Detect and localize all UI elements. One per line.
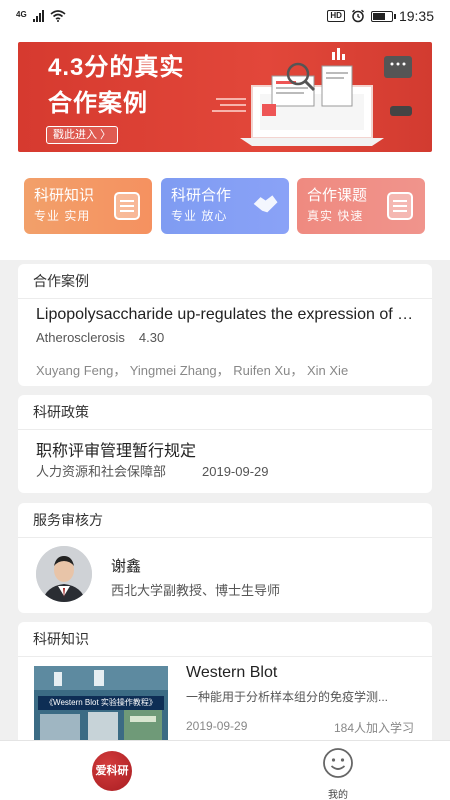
knowledge-date: 2019-09-29 xyxy=(186,719,248,733)
case-meta: Atherosclerosis 4.30 xyxy=(36,330,164,345)
reviewer-description: 西北大学副教授、博士生导师 xyxy=(111,583,281,598)
cases-card: 合作案例 Lipopolysaccharide up-regulates the… xyxy=(18,264,432,386)
clock: 19:35 xyxy=(398,8,434,24)
banner-line-1: 4.3分的真实 xyxy=(48,54,185,81)
promo-banner[interactable]: 4.3分的真实 合作案例 戳此进入 〉 xyxy=(18,42,432,152)
policy-title[interactable]: 职称评审管理暂行规定 xyxy=(36,437,196,461)
banner-title: 4.3分的真实 合作案例 xyxy=(48,50,184,122)
case-journal: Atherosclerosis xyxy=(36,330,125,345)
knowledge-subtitle: 一种能用于分析样本组分的免疫学测... xyxy=(186,690,389,704)
tab-me-label: 我的 xyxy=(328,790,348,800)
smiley-icon xyxy=(323,748,353,778)
knowledge-card: 科研知识 《Western Blot 实验操作教程》 Western Blot … xyxy=(18,622,432,744)
policy-date: 2019-09-29 xyxy=(202,464,269,479)
tab-me[interactable]: 我的 xyxy=(318,747,358,800)
case-impact-factor: 4.30 xyxy=(138,330,165,345)
alarm-icon xyxy=(351,9,364,23)
signal-icon xyxy=(32,10,44,22)
policy-heading: 科研政策 xyxy=(18,395,432,430)
top-section: 4.3分的真实 合作案例 戳此进入 〉 科研知识 专业 实用 科研合作 专业 放… xyxy=(0,32,450,260)
avatar xyxy=(36,546,92,602)
document-icon xyxy=(387,192,413,220)
banner-enter-button[interactable]: 戳此进入 〉 xyxy=(46,126,119,144)
quick-link-cooperation-topics[interactable]: 合作课题 真实 快速 xyxy=(297,178,425,234)
network-type: 4G xyxy=(16,10,27,19)
quick-link-research-cooperation[interactable]: 科研合作 专业 放心 xyxy=(161,178,289,234)
knowledge-thumbnail[interactable]: 《Western Blot 实验操作教程》 xyxy=(34,666,168,744)
handshake-icon xyxy=(253,195,278,213)
thumbnail-caption: 《Western Blot 实验操作教程》 xyxy=(38,696,164,710)
battery-icon xyxy=(370,10,396,22)
hd-icon: HD xyxy=(327,10,345,22)
reviewer-name: 谢鑫 xyxy=(111,558,142,575)
wifi-icon xyxy=(50,10,66,22)
bottom-tab-bar: 爱科研 我的 xyxy=(0,740,450,800)
quick-link-research-knowledge[interactable]: 科研知识 专业 实用 xyxy=(24,178,152,234)
cases-heading: 合作案例 xyxy=(18,264,432,299)
banner-line-2: 合作案例 xyxy=(48,90,148,117)
case-title[interactable]: Lipopolysaccharide up-regulates the expr… xyxy=(36,306,416,324)
home-logo-icon: 爱科研 xyxy=(95,765,129,777)
reviewer-heading: 服务审核方 xyxy=(18,503,432,538)
status-bar: 4G HD 19:35 xyxy=(0,0,450,32)
policy-source: 人力资源和社会保障部 xyxy=(36,464,167,479)
tab-home[interactable]: 爱科研 xyxy=(92,751,132,791)
document-icon xyxy=(114,192,140,220)
knowledge-title[interactable]: Western Blot xyxy=(186,664,277,682)
knowledge-heading: 科研知识 xyxy=(18,622,432,657)
policy-meta: 人力资源和社会保障部 2019-09-29 xyxy=(36,461,269,480)
policy-card: 科研政策 职称评审管理暂行规定 人力资源和社会保障部 2019-09-29 xyxy=(18,395,432,493)
reviewer-card: 服务审核方 谢鑫 西北大学副教授、博士生导师 xyxy=(18,503,432,613)
laptop-illustration xyxy=(212,48,412,146)
knowledge-learner-count: 184人加入学习 xyxy=(333,721,414,735)
case-authors: Xuyang Feng， Yingmei Zhang， Ruifen Xu， X… xyxy=(36,363,349,378)
